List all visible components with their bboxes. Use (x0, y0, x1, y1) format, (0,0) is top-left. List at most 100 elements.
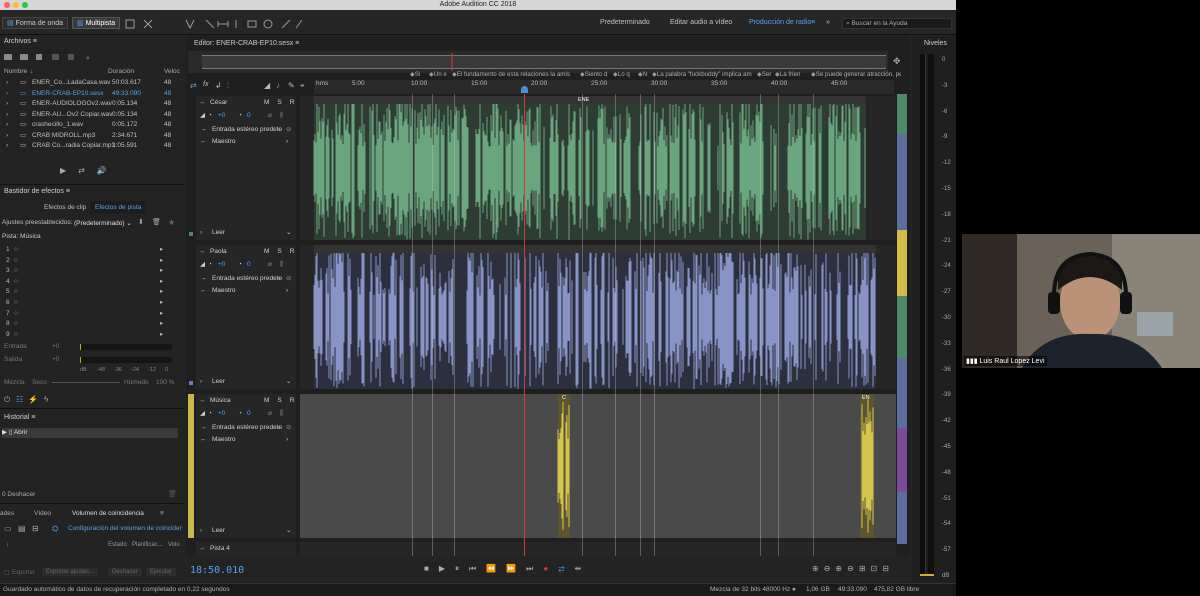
track-grip-icon[interactable]: ↔ (199, 545, 206, 552)
solo-button[interactable]: S (277, 99, 289, 106)
meter-icon[interactable]: ⫼ (280, 111, 283, 121)
track-volume[interactable]: +0 (218, 111, 225, 121)
expand-automation-icon[interactable]: › (200, 378, 202, 385)
input-level-value[interactable]: +0 (52, 343, 59, 350)
loop-icon[interactable]: ⇄ (190, 81, 197, 90)
slot-menu-arrow-icon[interactable]: ▸ (160, 287, 163, 298)
pan-knob-icon[interactable]: ◔ (238, 111, 242, 121)
playhead-handle[interactable] (521, 86, 528, 93)
workspace-radio[interactable]: Producción de radio (749, 17, 811, 29)
playhead-line[interactable] (524, 94, 525, 556)
track-header[interactable]: Pista 4 ↔ (196, 542, 296, 556)
clear-history-icon[interactable]: 🗑 (168, 490, 177, 498)
history-item[interactable]: ▶ ▯ Abrir (2, 428, 178, 438)
volume-knob-icon[interactable]: ◔ (208, 260, 212, 270)
slot-power-icon[interactable]: ○ (14, 277, 18, 288)
session-marker[interactable]: ◆Ser (757, 71, 773, 78)
stop-icon[interactable]: ■ (424, 564, 439, 573)
time-selection-icon[interactable] (217, 21, 229, 27)
zoom-sel-icon[interactable]: ⊡ (871, 564, 883, 573)
more-workspaces-icon[interactable]: » (826, 17, 830, 29)
save-preset-icon[interactable]: ⬇ (138, 218, 144, 226)
go-start-icon[interactable]: ⏮ (469, 564, 486, 573)
slot-menu-arrow-icon[interactable]: ▸ (160, 256, 163, 267)
record-icon[interactable]: ● (543, 564, 558, 573)
track-grip-icon[interactable]: ↔ (199, 397, 206, 404)
properties-tab[interactable]: ades (0, 510, 14, 517)
session-marker[interactable]: ◆Un e (429, 71, 450, 78)
slot-power-icon[interactable]: ○ (14, 287, 18, 298)
panel-menu-icon[interactable]: ≡ (31, 414, 35, 421)
track-pan[interactable]: 0 (247, 260, 251, 270)
zoom-in-time-icon[interactable]: ⊕ (835, 564, 847, 573)
input-monitor-icon[interactable]: ♪ (276, 81, 280, 90)
close-window-button[interactable] (4, 2, 10, 8)
razor-tool-icon[interactable] (205, 19, 215, 29)
go-end-icon[interactable]: ⏭ (526, 564, 543, 573)
track-header[interactable]: Paola ↔ MSR ◢ ◔ +0 ◔ 0 ⌀ ⫼ → Entrada est… (196, 245, 296, 389)
slot-menu-arrow-icon[interactable]: ▸ (160, 245, 163, 256)
panel-menu-icon[interactable]: ≡ (33, 38, 37, 45)
file-row[interactable]: › ▭ ENER-AUDIOLOGOv2.wav 0:05.134 48 (0, 99, 184, 109)
track-volume[interactable]: +0 (218, 260, 225, 270)
move-tool-icon[interactable] (185, 19, 195, 30)
rewind-icon[interactable]: ⏪ (486, 564, 506, 573)
spot-heal-icon[interactable] (295, 19, 303, 29)
track-output-row[interactable]: ← Maestro › (200, 286, 294, 296)
mute-button[interactable]: M (264, 248, 277, 255)
track-input-row[interactable]: → Entrada estéreo predete › ⊘ (200, 125, 294, 135)
eq-icon[interactable]: ⫶ (227, 81, 229, 91)
fx-icon[interactable] (143, 19, 153, 29)
phase-icon[interactable]: ⌀ (268, 111, 272, 121)
track-input-row[interactable]: → Entrada estéreo predete › ⊘ (200, 274, 294, 284)
output-level-value[interactable]: +0 (52, 356, 59, 363)
slot-menu-arrow-icon[interactable]: ▸ (160, 277, 163, 288)
zoom-window-button[interactable] (22, 2, 28, 8)
expand-chevron-icon[interactable]: › (6, 120, 8, 130)
open-file-icon[interactable] (4, 54, 12, 60)
file-row[interactable]: › ▭ crashecillo_1.wav 0:05.172 48 (0, 120, 184, 130)
apply-icon[interactable]: ⚡ (28, 395, 38, 404)
session-overview[interactable] (188, 51, 888, 73)
loop-playback-icon[interactable]: ⇄ (558, 564, 574, 573)
clip-effects-tab[interactable]: Efectos de clip (44, 203, 86, 213)
favorite-star-icon[interactable]: ★ (168, 218, 175, 227)
lasso-tool-icon[interactable] (263, 19, 273, 29)
track-name[interactable]: Paola (210, 248, 227, 255)
zoom-in-amp-icon[interactable]: ⊕ (812, 564, 824, 573)
link-icon[interactable]: ⊘ (286, 423, 291, 433)
solo-button[interactable]: S (277, 248, 289, 255)
pause-icon[interactable]: ⏸ (455, 564, 469, 573)
slot-power-icon[interactable]: ○ (14, 330, 18, 341)
panel-menu-icon[interactable]: ≡ (160, 510, 164, 517)
slot-power-icon[interactable]: ○ (14, 256, 18, 267)
file-row[interactable]: › ▭ CRAB MIDROLL.mp3 2:34.671 48 (0, 131, 184, 141)
delete-preset-icon[interactable]: 🗑 (152, 218, 161, 226)
track-pan[interactable]: 0 (247, 111, 251, 121)
clip-label[interactable]: C (562, 395, 566, 401)
run-button[interactable]: Ejecutar (146, 568, 177, 576)
delete-file-icon[interactable] (68, 54, 74, 60)
slot-power-icon[interactable]: ○ (14, 298, 18, 309)
insert-icon[interactable] (52, 54, 59, 60)
brush-tool-icon[interactable] (281, 19, 291, 29)
export-settings-button[interactable]: Exportar ajustes... (42, 568, 99, 576)
workspace-edit-video[interactable]: Editar audio a vídeo (670, 17, 732, 29)
expand-chevron-icon[interactable]: › (6, 78, 8, 88)
track-name[interactable]: César (210, 99, 227, 106)
session-marker[interactable]: ◆Siento d (580, 71, 614, 78)
col-status[interactable]: Estado (108, 540, 127, 550)
filter-search-icon[interactable]: ⌕ (86, 55, 90, 62)
play-icon[interactable]: ▶ (439, 564, 455, 573)
col-rate[interactable]: Veloc (164, 67, 180, 77)
pan-knob-icon[interactable]: ◔ (238, 409, 242, 419)
slot-menu-arrow-icon[interactable]: ▸ (160, 266, 163, 277)
link-icon[interactable]: ⊘ (286, 274, 291, 284)
effect-slot[interactable]: 2 ○ ▸ (0, 256, 184, 267)
undo-button[interactable]: Deshacer (108, 568, 142, 576)
file-row[interactable]: › ▭ CRAB Co...radia Copiar.mp3 1:05.591 … (0, 141, 184, 151)
workspace-menu-icon[interactable]: ≡ (811, 17, 815, 29)
zoom-navigator-icon[interactable]: ✥ (893, 56, 901, 67)
track-select-indicator[interactable] (189, 381, 193, 385)
list-icon[interactable]: ☷ (16, 395, 23, 404)
